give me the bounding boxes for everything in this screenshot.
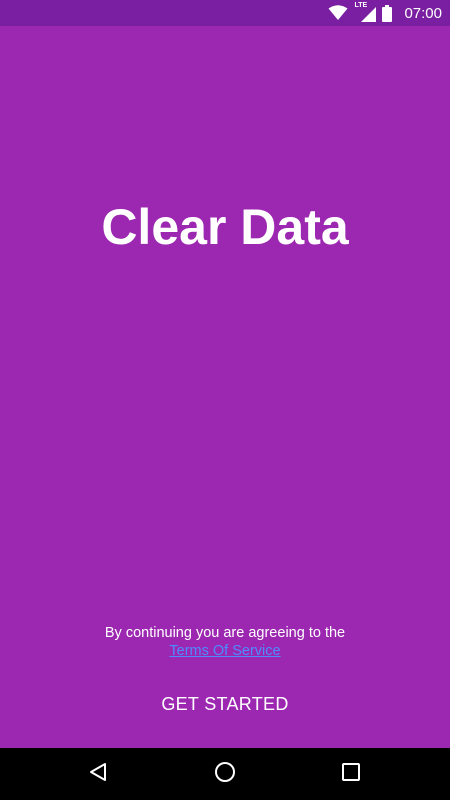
home-button[interactable] xyxy=(195,748,255,800)
navigation-bar xyxy=(0,748,450,800)
back-icon xyxy=(88,762,108,787)
app-title: Clear Data xyxy=(101,199,349,255)
recent-apps-icon xyxy=(342,762,360,786)
battery-icon xyxy=(382,4,393,22)
terms-of-service-link[interactable]: Terms Of Service xyxy=(169,643,280,659)
signal-icon: LTE xyxy=(354,2,377,22)
status-time: 07:00 xyxy=(404,4,442,22)
get-started-button[interactable]: GET STARTED xyxy=(125,684,325,724)
recent-apps-button[interactable] xyxy=(321,748,381,800)
home-icon xyxy=(214,761,236,788)
agreement-block: By continuing you are agreeing to the Te… xyxy=(0,624,450,660)
status-icons: LTE 07:00 xyxy=(328,0,442,26)
back-button[interactable] xyxy=(68,748,128,800)
app-screen: LTE 07:00 Clear Data By continuing you a… xyxy=(0,0,450,800)
agreement-text: By continuing you are agreeing to the xyxy=(104,625,346,641)
status-bar: LTE 07:00 xyxy=(0,0,450,26)
wifi-icon xyxy=(328,5,348,21)
